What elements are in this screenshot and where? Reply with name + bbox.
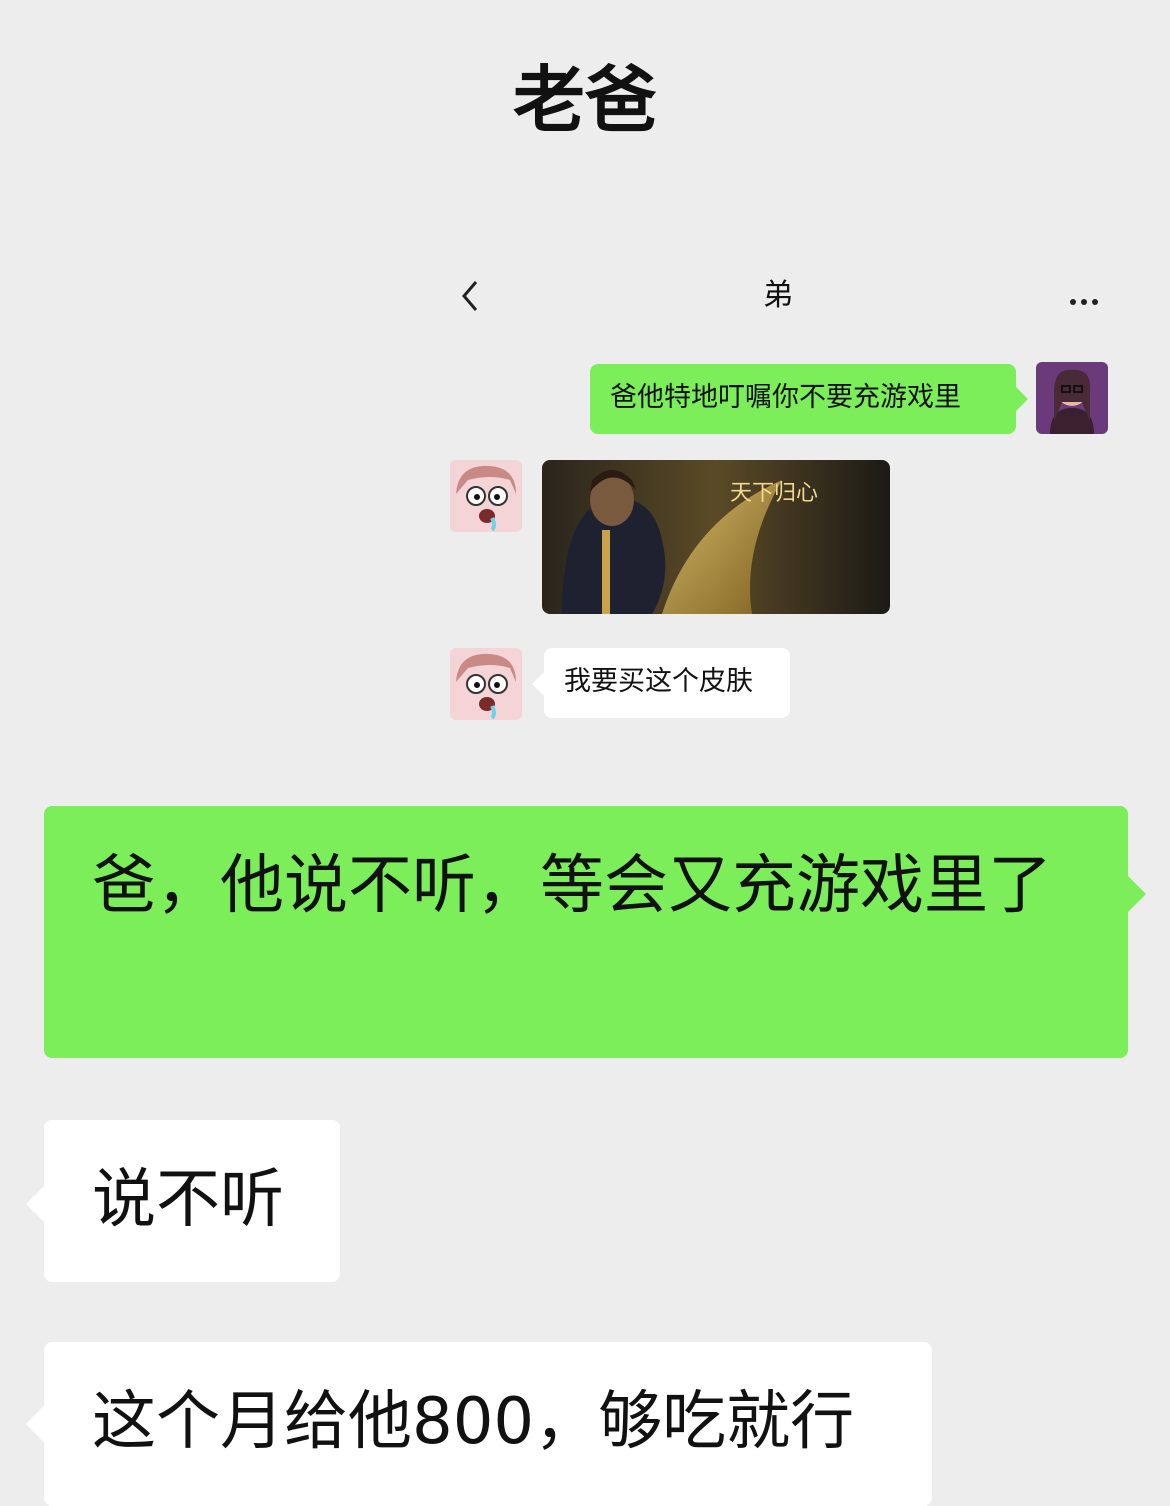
sent-message-bubble[interactable]: 爸他特地叮嘱你不要充游戏里 <box>590 364 1016 434</box>
bubble-tail <box>532 672 544 696</box>
brother-avatar[interactable] <box>450 460 522 532</box>
bubble-tail <box>26 1186 44 1222</box>
message-text: 这个月给他800，够吃就行 <box>92 1385 855 1459</box>
message-text: 爸他特地叮嘱你不要充游戏里 <box>610 382 961 413</box>
embedded-chat-screenshot: 弟 爸他特地叮嘱你不要充游戏里 天下归心 我要买这个皮肤 <box>428 262 1128 734</box>
more-icon[interactable] <box>1070 290 1106 305</box>
bubble-tail <box>1128 876 1146 912</box>
my-avatar[interactable] <box>1036 362 1108 434</box>
game-skin-image[interactable]: 天下归心 <box>542 460 890 614</box>
received-message-bubble[interactable]: 我要买这个皮肤 <box>544 648 790 718</box>
message-text: 爸，他说不听，等会又充游戏里了 <box>92 849 1052 923</box>
received-message-bubble[interactable]: 说不听 <box>44 1120 340 1282</box>
bubble-tail <box>1016 387 1028 411</box>
game-logo-text: 天下归心 <box>730 481 818 506</box>
sent-message-bubble[interactable]: 爸，他说不听，等会又充游戏里了 <box>44 806 1128 1058</box>
received-message-bubble[interactable]: 这个月给他800，够吃就行 <box>44 1342 932 1506</box>
message-text: 说不听 <box>92 1163 284 1237</box>
bubble-tail <box>26 1406 44 1442</box>
brother-avatar[interactable] <box>450 648 522 720</box>
inner-chat-title: 弟 <box>763 278 793 313</box>
chat-title: 老爸 <box>512 58 657 142</box>
message-text: 我要买这个皮肤 <box>564 666 753 697</box>
